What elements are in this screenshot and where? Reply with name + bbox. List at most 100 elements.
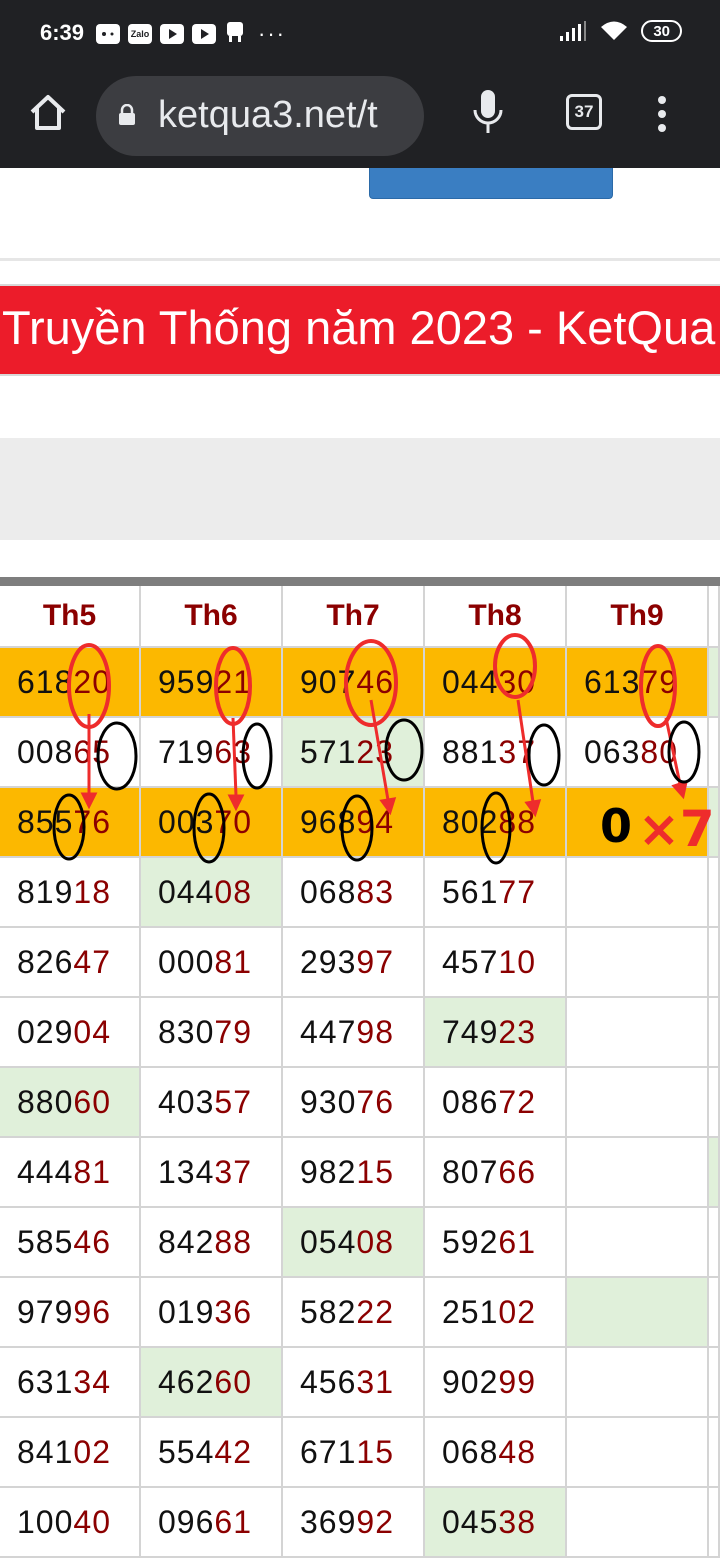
number-last-two: 37	[214, 1153, 252, 1190]
browser-toolbar: ketqua3.net/t 37	[0, 66, 720, 168]
status-bar: 6:39 Zalo ··· 30	[0, 0, 720, 66]
number-prefix: 855	[17, 803, 74, 840]
number-prefix: 456	[300, 1363, 357, 1400]
number-last-two: 57	[214, 1083, 252, 1120]
number-prefix: 671	[300, 1433, 357, 1470]
result-cell: 045 38	[425, 1488, 567, 1558]
column-header: Th5	[0, 586, 141, 648]
number-prefix: 968	[300, 803, 357, 840]
notification-icon	[224, 20, 246, 49]
result-cell: 251 02	[425, 1278, 567, 1348]
number-prefix: 979	[17, 1293, 74, 1330]
number-prefix: 880	[17, 1083, 74, 1120]
column-header: Th9	[567, 586, 709, 648]
number-prefix: 959	[158, 663, 215, 700]
banner-title: Truyền Thống năm 2023 - KetQua	[2, 301, 716, 354]
number-prefix: 251	[442, 1293, 499, 1330]
notification-icons: Zalo ···	[96, 20, 286, 49]
number-last-two: 98	[356, 1013, 394, 1050]
number-prefix: 571	[300, 733, 357, 770]
result-cell: 968 94	[283, 788, 425, 858]
status-time: 6:39	[40, 20, 85, 45]
result-cell: 907 46	[283, 648, 425, 718]
result-cell: 585 46	[0, 1208, 141, 1278]
youtube-icon	[160, 24, 184, 44]
number-last-two: 46	[73, 1223, 111, 1260]
result-cell: 613 79	[567, 648, 709, 718]
number-last-two: 08	[356, 1223, 394, 1260]
result-cell-partial	[709, 1208, 720, 1278]
column-header: Th6	[141, 586, 283, 648]
result-cell	[567, 1418, 709, 1488]
result-cell: 881 37	[425, 718, 567, 788]
blue-button[interactable]	[369, 168, 613, 199]
tab-switcher-button[interactable]: 37	[566, 94, 602, 130]
number-prefix: 749	[442, 1013, 499, 1050]
number-last-two: 81	[73, 1153, 111, 1190]
number-last-two: 83	[356, 873, 394, 910]
result-cell: 044 08	[141, 858, 283, 928]
result-cell: 456 31	[283, 1348, 425, 1418]
number-last-two: 92	[356, 1503, 394, 1540]
microphone-icon[interactable]	[470, 88, 506, 138]
number-prefix: 403	[158, 1083, 215, 1120]
number-last-two: 15	[356, 1153, 394, 1190]
result-cell: 979 96	[0, 1278, 141, 1348]
number-prefix: 054	[300, 1223, 357, 1260]
number-prefix: 000	[158, 943, 215, 980]
table-top-border	[0, 577, 720, 586]
number-prefix: 447	[300, 1013, 357, 1050]
result-cell: 959 21	[141, 648, 283, 718]
number-last-two: 21	[214, 663, 252, 700]
result-cell: 403 57	[141, 1068, 283, 1138]
result-cell: 830 79	[141, 998, 283, 1068]
number-prefix: 096	[158, 1503, 215, 1540]
result-cell-partial	[709, 928, 720, 998]
result-cell	[567, 1488, 709, 1558]
number-prefix: 561	[442, 873, 499, 910]
result-cell: 029 04	[0, 998, 141, 1068]
number-prefix: 462	[158, 1363, 215, 1400]
result-cell: 008 65	[0, 718, 141, 788]
result-cell-partial	[709, 1418, 720, 1488]
number-last-two: 61	[214, 1503, 252, 1540]
number-prefix: 582	[300, 1293, 357, 1330]
address-bar[interactable]: ketqua3.net/t	[96, 76, 424, 156]
more-notifications: ···	[258, 21, 286, 46]
number-last-two: 15	[356, 1433, 394, 1470]
number-last-two: 08	[214, 873, 252, 910]
result-cell: 930 76	[283, 1068, 425, 1138]
result-cell: 086 72	[425, 1068, 567, 1138]
number-last-two: 81	[214, 943, 252, 980]
number-last-two: 77	[498, 873, 536, 910]
number-last-two: 72	[498, 1083, 536, 1120]
result-cell: 561 77	[425, 858, 567, 928]
number-prefix: 293	[300, 943, 357, 980]
number-last-two: 02	[498, 1293, 536, 1330]
overflow-menu-icon[interactable]	[652, 94, 672, 134]
number-prefix: 592	[442, 1223, 499, 1260]
result-cell: 019 36	[141, 1278, 283, 1348]
number-prefix: 003	[158, 803, 215, 840]
lock-icon	[119, 104, 135, 125]
result-cell: 855 76	[0, 788, 141, 858]
number-prefix: 631	[17, 1363, 74, 1400]
result-cell: 671 15	[283, 1418, 425, 1488]
result-cell-partial	[709, 1348, 720, 1418]
number-prefix: 613	[584, 663, 641, 700]
result-cell-partial	[709, 788, 720, 858]
number-prefix: 807	[442, 1153, 499, 1190]
result-cell	[567, 788, 709, 858]
home-icon[interactable]	[24, 88, 72, 136]
column-header: Th8	[425, 586, 567, 648]
result-cell: 749 23	[425, 998, 567, 1068]
result-cell: 880 60	[0, 1068, 141, 1138]
number-last-two: 76	[356, 1083, 394, 1120]
number-last-two: 42	[214, 1433, 252, 1470]
number-prefix: 019	[158, 1293, 215, 1330]
number-prefix: 134	[158, 1153, 215, 1190]
grey-panel	[0, 438, 720, 540]
number-prefix: 369	[300, 1503, 357, 1540]
result-cell: 982 15	[283, 1138, 425, 1208]
result-cell: 582 22	[283, 1278, 425, 1348]
